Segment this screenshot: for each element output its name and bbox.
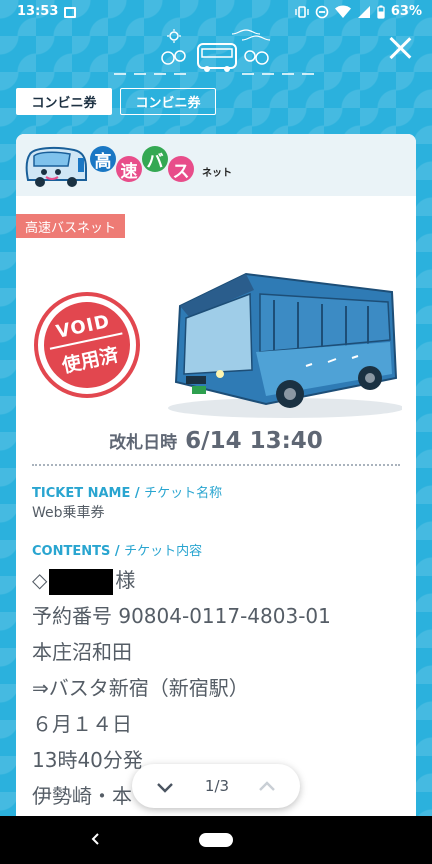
passenger-name-line: ◇ 様 (32, 562, 402, 598)
used-label: 使用済 (60, 343, 121, 378)
status-time: 13:53 (17, 4, 59, 19)
contents-label: CONTENTS / チケット内容 (32, 540, 202, 559)
logo-char: ス (168, 156, 194, 182)
battery-percent: 63% (390, 4, 422, 19)
void-stamp-inner: VOID 使用済 (35, 293, 139, 397)
chevron-up-icon[interactable] (258, 778, 276, 796)
header-bus-illustration (114, 29, 314, 75)
logo-char: 速 (116, 156, 142, 182)
void-stamp: VOID 使用済 (34, 292, 140, 398)
contents-label-ja: チケット内容 (124, 544, 203, 559)
back-icon[interactable] (90, 832, 100, 846)
logo-char: バ (142, 146, 168, 172)
logo-char: 高 (90, 146, 116, 172)
gate-label: 改札日時 (109, 433, 178, 453)
chevron-down-icon[interactable] (156, 778, 174, 796)
bus-illustration (168, 272, 402, 418)
content-line: ⇒バスタ新宿（新宿駅） (32, 676, 249, 700)
system-nav-bar (0, 816, 432, 864)
image-icon (64, 7, 76, 18)
content-line: 予約番号 90804-0117-4803-01 (32, 604, 331, 628)
contents-label-en: CONTENTS / (32, 544, 125, 559)
dnd-icon (315, 5, 329, 18)
vibrate-icon (295, 5, 309, 18)
ticket-name-label-en: TICKET NAME / (32, 486, 145, 501)
ticket-name-value: Web乗車券 (32, 505, 105, 521)
divider (32, 464, 400, 466)
tab-convenience-ticket[interactable]: コンビニ券 (120, 88, 216, 115)
redacted-name (49, 568, 114, 595)
header (0, 26, 432, 80)
name-prefix: ◇ (32, 568, 48, 592)
content-line: 本庄沼和田 (32, 640, 132, 664)
ticket-name-label-ja: チケット名称 (144, 486, 223, 501)
operator-badge: 高速バスネット (16, 214, 126, 238)
ticket-name-label: TICKET NAME / チケット名称 (32, 482, 222, 501)
ticket-card: 高 速 バ ス ネット 高速バスネット VOID 使用済 改札日時 6/14 13… (16, 134, 416, 834)
name-suffix: 様 (115, 568, 136, 592)
bus-mascot-icon (25, 146, 87, 187)
home-button[interactable] (199, 833, 233, 847)
gate-datetime: 改札日時 6/14 13:40 (16, 428, 416, 454)
battery-icon (377, 5, 385, 19)
gate-value: 6/14 13:40 (185, 428, 323, 454)
page-indicator: 1/3 (204, 777, 230, 795)
logo-text: 高 速 バ ス (90, 146, 194, 182)
signal-icon (357, 5, 370, 18)
status-icons: 63% (295, 4, 422, 19)
status-bar: 13:53 63% (0, 0, 432, 26)
content-line: ６月１４日 (32, 712, 132, 736)
close-button[interactable] (386, 34, 414, 62)
tab-convenience-ticket-active[interactable]: コンビニ券 (16, 88, 112, 115)
logo-suffix: ネット (202, 168, 232, 179)
wifi-icon (334, 5, 351, 18)
page-navigator: 1/3 (132, 764, 300, 808)
card-header: 高 速 バ ス ネット (16, 134, 416, 196)
